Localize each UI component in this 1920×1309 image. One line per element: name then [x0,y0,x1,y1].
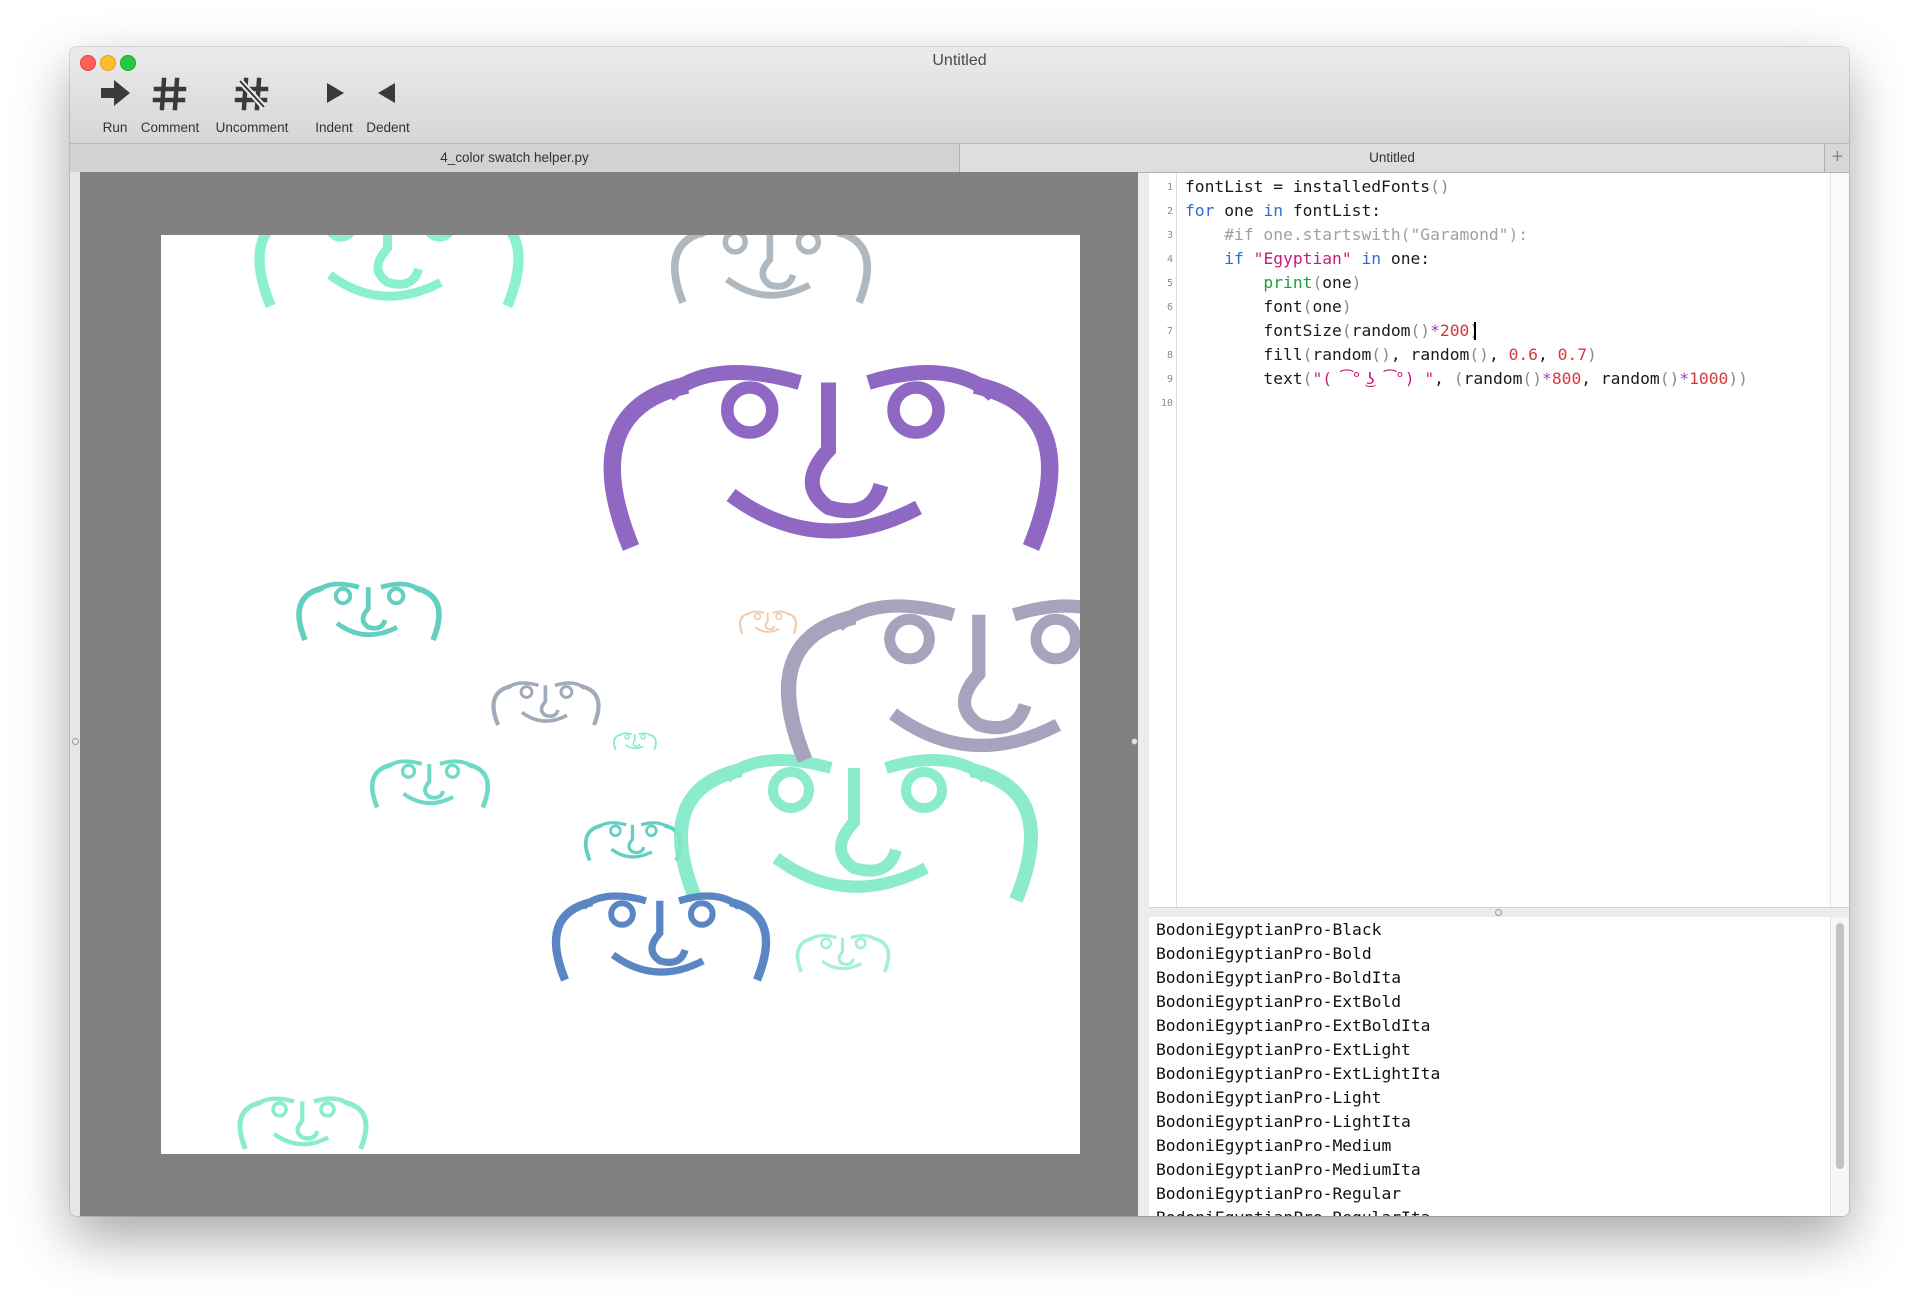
output-line: BodoniEgyptianPro-LightIta [1156,1112,1411,1131]
line-number: 7 [1166,326,1173,337]
face-mark [795,933,891,974]
hash-icon [152,77,187,111]
code-line[interactable]: #if one.startswith("Garamond"): [1185,225,1528,244]
output-line: BodoniEgyptianPro-ExtBold [1156,992,1402,1011]
line-number: 2 [1166,206,1173,217]
uncomment-button[interactable]: Uncomment [207,75,297,139]
drawing-canvas[interactable] [161,235,1080,1154]
triangle-left-icon [378,83,395,103]
face-mark [556,896,766,980]
pane-splitter-handle[interactable] [1131,738,1138,745]
face-mark [613,732,657,751]
output-splitter-handle[interactable] [1495,909,1502,916]
title-bar: Untitled Run Comment Uncomment Indent De… [70,47,1849,143]
code-line[interactable]: fill(random(), random(), 0.6, 0.7) [1185,345,1596,364]
face-drawings [161,235,1080,1154]
output-line: BodoniEgyptianPro-BoldIta [1156,968,1402,987]
window-title: Untitled [932,52,987,69]
face-mark [494,683,599,725]
tab-color-swatch-helper[interactable]: 4_color swatch helper.py [70,144,960,172]
output-line: BodoniEgyptianPro-RegularIta [1156,1208,1430,1216]
output-line: BodoniEgyptianPro-ExtLightIta [1156,1064,1441,1083]
dedent-button[interactable]: Dedent [343,75,433,139]
line-number-gutter: 1 2 3 4 5 6 7 8 9 10 [1149,173,1177,907]
drawing-pane [70,172,1138,1216]
pane-left-edge-handle[interactable] [72,738,79,745]
output-line: BodoniEgyptianPro-ExtLight [1156,1040,1411,1059]
output-line: BodoniEgyptianPro-Regular [1156,1184,1402,1203]
code-line[interactable]: fontList = installedFonts() [1185,177,1450,196]
code-line[interactable]: print(one) [1185,273,1361,292]
line-number: 9 [1166,374,1173,385]
face-mark [681,760,1031,900]
code-line[interactable]: fontSize(random()*200) [1185,321,1479,340]
output-scrollbar[interactable] [1830,917,1849,1216]
output-line: BodoniEgyptianPro-Black [1156,920,1382,939]
output-line: BodoniEgyptianPro-Medium [1156,1136,1392,1155]
face-mark [260,235,519,306]
dedent-label: Dedent [366,120,410,135]
face-mark [612,373,1050,548]
comment-button[interactable]: Comment [125,75,215,139]
text-cursor [1474,322,1476,340]
face-mark [789,606,1081,760]
output-line: BodoniEgyptianPro-ExtBoldIta [1156,1016,1431,1035]
face-mark [675,235,868,303]
comment-label: Comment [140,120,200,135]
face-mark [372,761,488,807]
add-tab-button[interactable]: + [1824,144,1849,172]
line-number: 3 [1166,230,1173,241]
code-editor[interactable]: 1 2 3 4 5 6 7 8 9 10 fontList = installe… [1149,173,1849,907]
code-line[interactable]: if "Egyptian" in one: [1185,249,1430,268]
line-number: 10 [1160,398,1173,409]
tab-untitled[interactable]: Untitled [960,144,1824,172]
code-line[interactable]: text("( ͡° ͜ʖ ͡°) ", (random()*800, rand… [1185,369,1748,389]
code-line[interactable]: font(one) [1185,297,1351,316]
uncomment-label: Uncomment [215,120,289,135]
face-mark [738,610,798,636]
line-number: 6 [1166,302,1173,313]
face-mark [240,1099,366,1149]
line-number: 4 [1166,254,1173,265]
face-mark [299,584,439,640]
tab-bar: 4_color swatch helper.py Untitled + [70,143,1849,173]
code-line[interactable]: for one in fontList: [1185,201,1381,220]
canvas-viewport[interactable] [80,172,1138,1216]
output-line: BodoniEgyptianPro-MediumIta [1156,1160,1421,1179]
hash-slash-icon [234,77,269,111]
line-number: 5 [1166,278,1173,289]
output-console: BodoniEgyptianPro-Black BodoniEgyptianPr… [1149,917,1849,1216]
output-scroll-thumb[interactable] [1836,923,1844,1169]
output-line: BodoniEgyptianPro-Bold [1156,944,1372,963]
line-number: 1 [1166,182,1173,193]
output-line: BodoniEgyptianPro-Light [1156,1088,1382,1107]
face-mark [583,820,683,863]
editor-scrollbar[interactable] [1830,173,1849,907]
line-number: 8 [1166,350,1173,361]
app-window: Untitled Run Comment Uncomment Indent De… [70,47,1849,1216]
